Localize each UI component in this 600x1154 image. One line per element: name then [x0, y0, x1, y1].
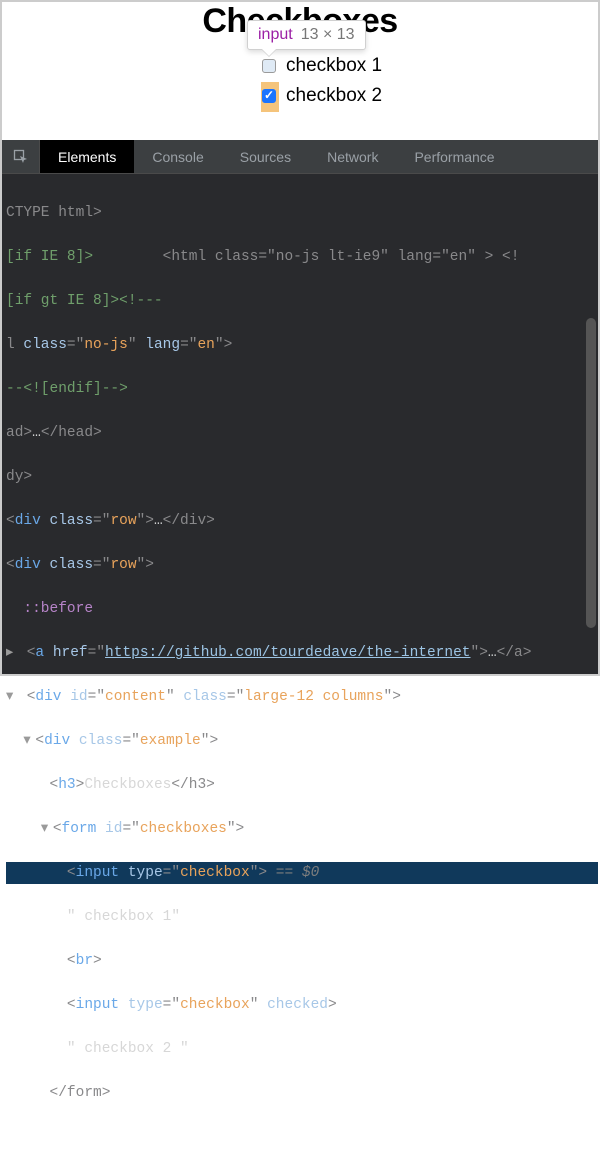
checkbox-1[interactable] — [262, 59, 276, 73]
inspector-tooltip: input 13 × 13 — [247, 20, 366, 50]
dom-before-pseudo[interactable]: ::before — [6, 598, 598, 620]
checkbox-2[interactable] — [262, 89, 276, 103]
tab-console[interactable]: Console — [134, 140, 221, 173]
dom-row1[interactable]: <div class="row">…</div> — [6, 510, 598, 532]
dom-text-cb2[interactable]: " checkbox 2 " — [6, 1038, 598, 1060]
disclosure-down-icon[interactable] — [23, 730, 35, 752]
dom-tree[interactable]: CTYPE html> [if IE 8]> <html class="no-j… — [2, 174, 598, 1154]
dom-head[interactable]: ad>…</head> — [6, 422, 598, 444]
checkbox-2-row: checkbox 2 — [262, 85, 598, 107]
devtools-panel: Elements Console Sources Network Perform… — [0, 140, 600, 676]
dom-ie8-comment[interactable]: [if IE 8]> <html class="no-js lt-ie9" la… — [6, 246, 598, 268]
inspect-icon[interactable] — [2, 140, 40, 173]
dom-endif[interactable]: --<![endif]--> — [6, 378, 598, 400]
tab-sources[interactable]: Sources — [222, 140, 309, 173]
tooltip-tag: input — [258, 26, 293, 43]
dom-row2[interactable]: <div class="row"> — [6, 554, 598, 576]
dom-html-open[interactable]: l class="no-js" lang="en"> — [6, 334, 598, 356]
devtools-tabbar: Elements Console Sources Network Perform… — [2, 140, 598, 174]
disclosure-right-icon[interactable] — [6, 642, 18, 664]
dom-form-close[interactable]: </form> — [6, 1082, 598, 1104]
disclosure-down-icon[interactable] — [41, 818, 53, 840]
dom-gtie8-comment[interactable]: [if gt IE 8]><!--- — [6, 290, 598, 312]
checkbox-list: checkbox 1 checkbox 2 — [262, 55, 598, 107]
dom-doctype[interactable]: CTYPE html> — [6, 202, 598, 224]
tab-performance[interactable]: Performance — [396, 140, 512, 173]
dom-text-cb1[interactable]: " checkbox 1" — [6, 906, 598, 928]
disclosure-down-icon[interactable] — [6, 686, 18, 708]
checkbox-2-label: checkbox 2 — [286, 85, 382, 107]
dom-body-open[interactable]: dy> — [6, 466, 598, 488]
tab-elements[interactable]: Elements — [40, 140, 134, 173]
dom-form[interactable]: <form id="checkboxes"> — [6, 818, 598, 840]
dom-h3[interactable]: <h3>Checkboxes</h3> — [6, 774, 598, 796]
dom-input1-selected[interactable]: <input type="checkbox"> == $0 — [6, 862, 598, 884]
checkbox-1-row: checkbox 1 — [262, 55, 598, 77]
dom-a-github[interactable]: <a href="https://github.com/tourdedave/t… — [6, 642, 598, 664]
checkbox-1-label: checkbox 1 — [286, 55, 382, 77]
rendered-page: Checkboxes input13 × 13 checkbox 1 check… — [0, 0, 600, 140]
scrollbar[interactable] — [586, 318, 596, 628]
dom-input2[interactable]: <input type="checkbox" checked> — [6, 994, 598, 1016]
dom-example-div[interactable]: <div class="example"> — [6, 730, 598, 752]
tooltip-dimensions: 13 × 13 — [301, 26, 355, 43]
dom-br[interactable]: <br> — [6, 950, 598, 972]
tab-network[interactable]: Network — [309, 140, 396, 173]
dom-content-div[interactable]: <div id="content" class="large-12 column… — [6, 686, 598, 708]
